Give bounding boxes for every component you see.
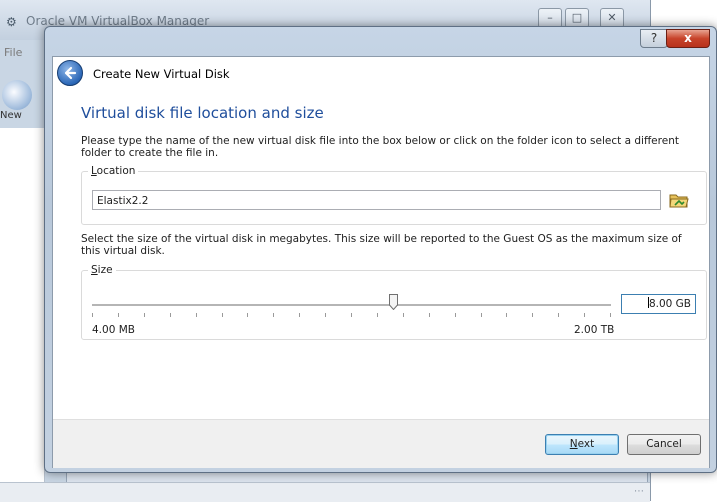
slider-tick (144, 313, 145, 317)
wizard-header-title: Create New Virtual Disk (93, 67, 230, 81)
slider-tick (584, 313, 585, 317)
slider-tick (170, 313, 171, 317)
size-description: Select the size of the virtual disk in m… (81, 233, 682, 257)
slider-tick (351, 313, 352, 317)
wizard-footer: Next Cancel (53, 419, 709, 468)
location-legend-rest: ocation (96, 165, 136, 177)
slider-tick (403, 313, 404, 317)
size-max-label: 2.00 TB (574, 324, 615, 336)
slider-tick (92, 313, 93, 317)
cancel-button[interactable]: Cancel (627, 434, 701, 455)
minimize-icon[interactable]: – (538, 8, 562, 28)
slider-tick (118, 313, 119, 317)
slider-tick (196, 313, 197, 317)
new-vm-icon[interactable] (2, 80, 32, 110)
slider-thumb-icon (389, 294, 398, 311)
maximize-icon[interactable]: □ (565, 8, 589, 28)
slider-tick (273, 313, 274, 317)
create-virtual-disk-dialog: ? x Create New Virtual Disk Virtual disk… (44, 26, 717, 473)
toolbar-new-label[interactable]: New (0, 110, 22, 121)
size-legend-rest: ize (97, 264, 113, 276)
size-input-value: 8.00 GB (648, 298, 691, 310)
slider-tick (377, 313, 378, 317)
size-slider-ticks (92, 313, 611, 317)
size-input[interactable]: 8.00 GB (621, 294, 696, 314)
slider-tick (247, 313, 248, 317)
slider-tick (610, 313, 611, 317)
slider-tick (299, 313, 300, 317)
size-slider-thumb[interactable] (389, 294, 398, 311)
size-min-label: 4.00 MB (92, 324, 135, 336)
vm-list-pane (0, 128, 45, 488)
location-input[interactable]: Elastix2.2 (92, 190, 661, 210)
location-legend: Location (88, 165, 139, 177)
background-statusbar: ⋯ (0, 482, 650, 502)
wizard-header: Create New Virtual Disk (53, 57, 709, 92)
slider-tick (481, 313, 482, 317)
slider-tick (429, 313, 430, 317)
next-button-mnemonic: N (569, 438, 578, 450)
page-title: Virtual disk file location and size (81, 104, 324, 122)
help-button[interactable]: ? (640, 29, 668, 48)
size-legend-mnemonic: S (91, 264, 98, 276)
app-icon: ⚙ (6, 15, 17, 29)
slider-tick (455, 313, 456, 317)
folder-icon (669, 194, 689, 208)
slider-tick (506, 313, 507, 317)
location-groupbox: Location Elastix2.2 (81, 165, 707, 225)
select-folder-button[interactable] (669, 191, 689, 209)
size-legend: Size (88, 264, 116, 276)
back-arrow-icon (64, 66, 77, 80)
menu-file[interactable]: File (4, 46, 22, 59)
slider-tick (558, 313, 559, 317)
background-close-icon[interactable]: ✕ (600, 8, 624, 28)
dialog-client-area: Create New Virtual Disk Virtual disk fil… (52, 56, 710, 468)
slider-tick (532, 313, 533, 317)
resize-grip-icon[interactable]: ⋯ (634, 486, 644, 497)
close-button[interactable]: x (666, 29, 710, 48)
location-description: Please type the name of the new virtual … (81, 135, 679, 159)
size-groupbox: Size 4.00 MB 2.00 TB 8.00 GB (81, 264, 707, 340)
slider-tick (222, 313, 223, 317)
slider-tick (325, 313, 326, 317)
wizard-page: Virtual disk file location and size Plea… (53, 92, 709, 419)
close-icon: x (684, 31, 692, 45)
back-button[interactable] (57, 60, 83, 86)
size-slider-track[interactable] (92, 304, 611, 307)
next-button-label: ext (577, 438, 595, 450)
next-button[interactable]: Next (545, 434, 619, 455)
